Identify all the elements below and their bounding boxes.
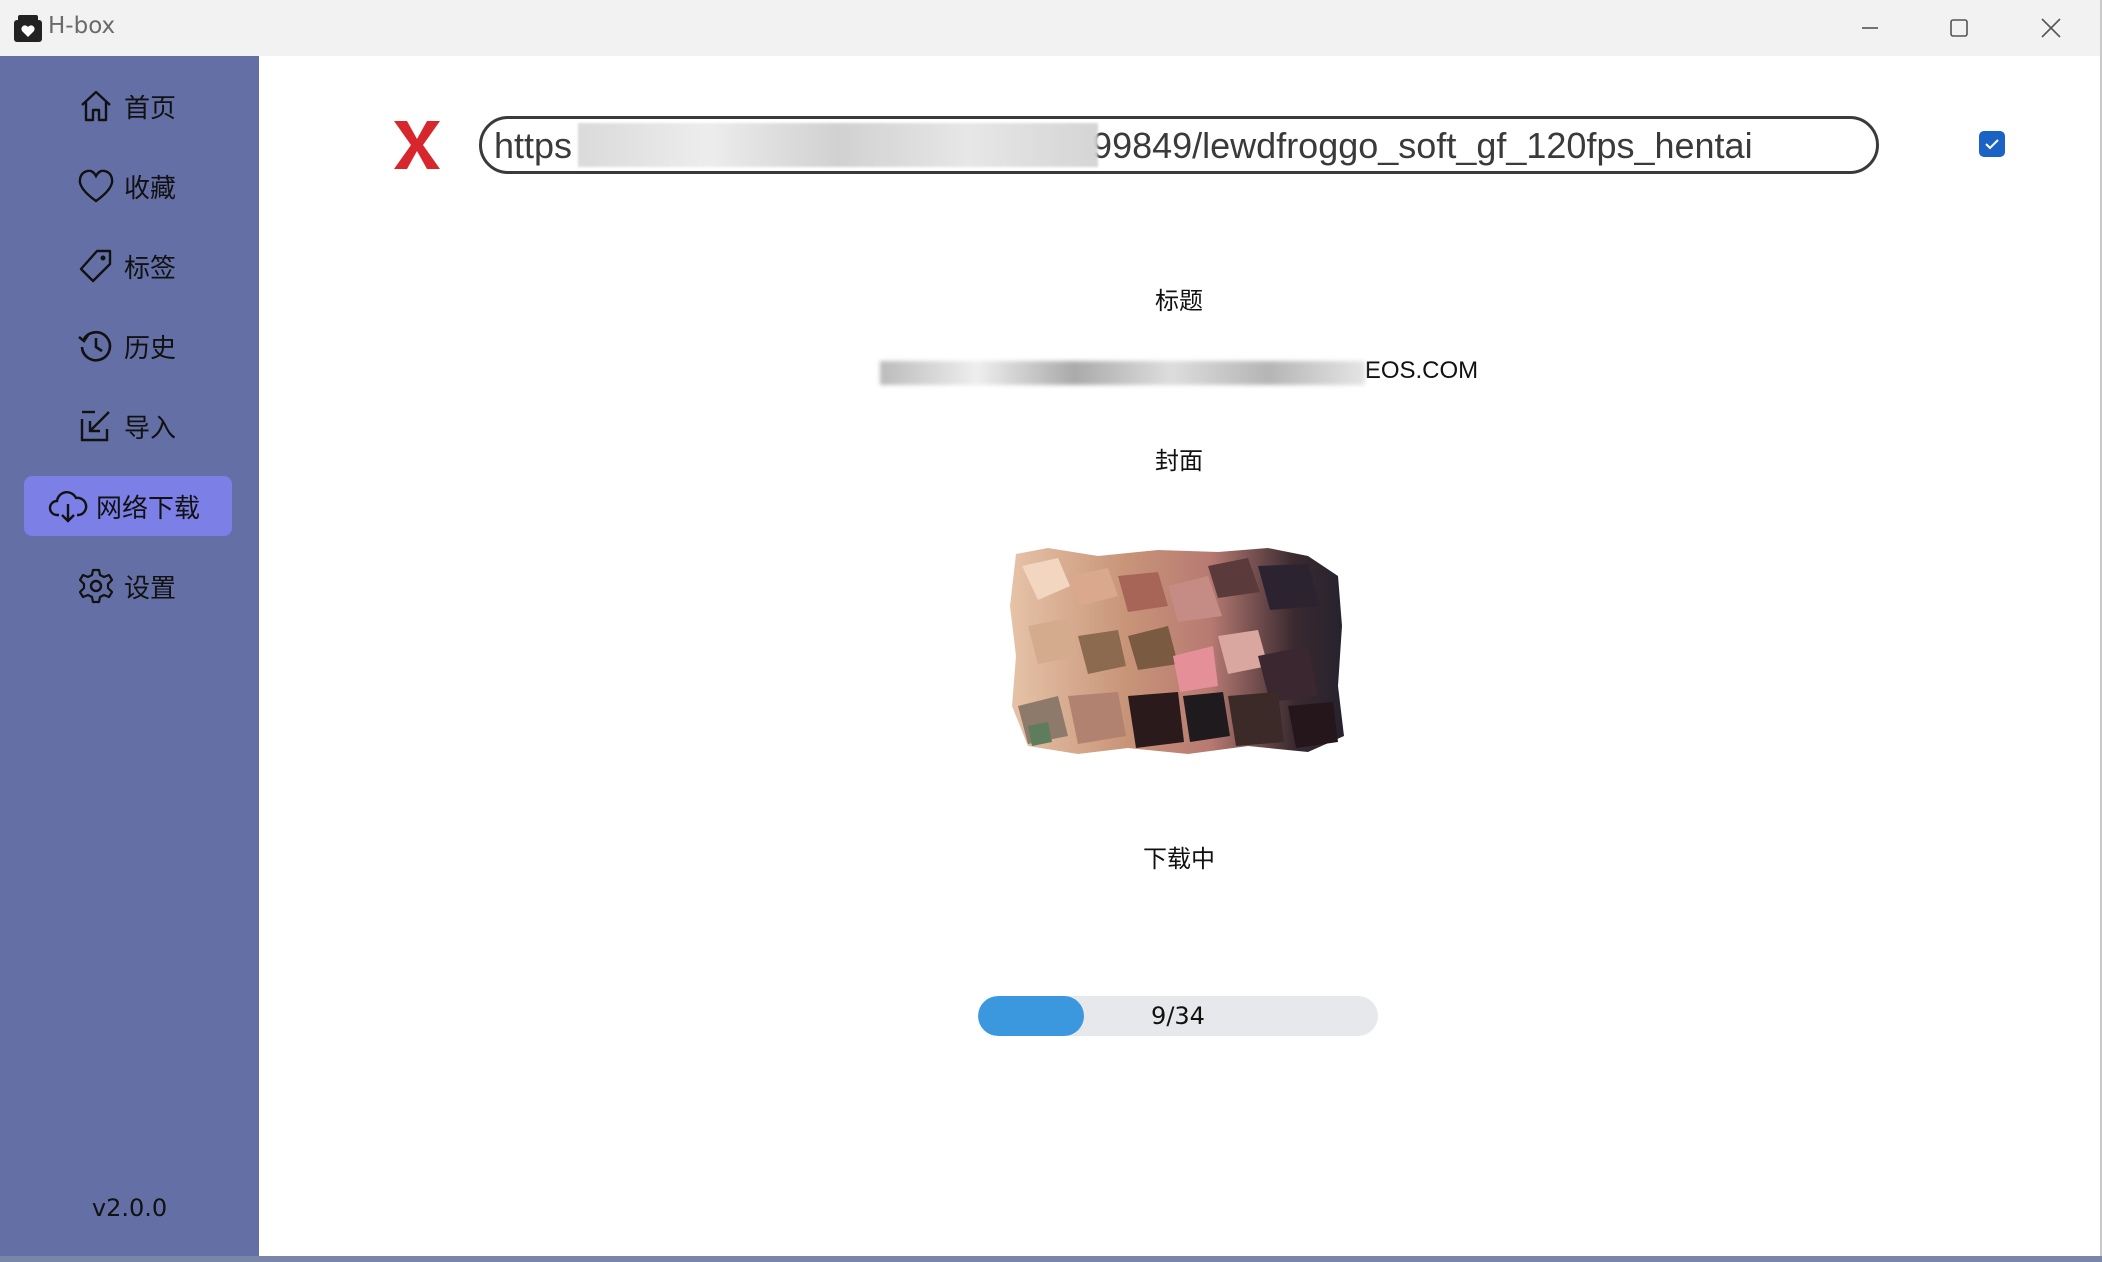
title-bar: H-box	[0, 0, 2100, 56]
video-title-suffix: EOS.COM	[1364, 357, 1479, 384]
history-icon	[76, 326, 116, 366]
minimize-icon	[1862, 27, 1878, 29]
sidebar-item-label: 标签	[124, 253, 177, 284]
tag-icon	[76, 246, 116, 286]
sidebar-item-label: 收藏	[124, 173, 177, 204]
app-logo-icon	[14, 15, 42, 42]
maximize-icon	[1950, 19, 1968, 37]
url-redacted-region	[578, 123, 1098, 167]
app-version: v2.0.0	[91, 1194, 168, 1222]
download-status: 下载中	[1143, 845, 1215, 873]
download-progress-bar: 9/34	[978, 996, 1378, 1036]
url-input[interactable]: https 99849/lewdfroggo_soft_gf_120fps_hen…	[479, 116, 1879, 174]
sidebar-item-favorites[interactable]: 收藏	[24, 156, 232, 216]
cover-image	[1010, 548, 1344, 754]
checkmark-icon	[1985, 139, 1999, 150]
close-icon	[2041, 18, 2061, 38]
cover-label: 封面	[1155, 447, 1203, 475]
sidebar-item-label: 设置	[124, 573, 177, 604]
import-icon	[76, 406, 116, 446]
video-title-text: EOS.COM	[879, 357, 1479, 385]
url-prefix: https	[494, 125, 573, 166]
home-icon	[76, 86, 116, 126]
sidebar-item-settings[interactable]: 设置	[24, 556, 232, 616]
sidebar-item-label: 历史	[124, 333, 177, 364]
sidebar-item-network-download[interactable]: 网络下载	[24, 476, 232, 536]
heart-icon	[76, 166, 116, 206]
window-title: H-box	[48, 13, 116, 39]
sidebar-item-label: 网络下载	[96, 493, 201, 524]
sidebar-item-import[interactable]: 导入	[24, 396, 232, 456]
sidebar-item-home[interactable]: 首页	[24, 76, 232, 136]
minimize-button[interactable]	[1825, 0, 1915, 56]
video-title: EOS.COM	[259, 357, 2099, 385]
title-label: 标题	[1155, 287, 1203, 315]
sidebar-item-label: 首页	[124, 93, 177, 124]
title-redacted-region	[879, 361, 1365, 385]
url-suffix: 99849/lewdfroggo_soft_gf_120fps_hentai	[1092, 125, 1753, 166]
site-logo-icon	[394, 121, 440, 169]
maximize-button[interactable]	[1914, 0, 2004, 56]
sidebar-item-history[interactable]: 历史	[24, 316, 232, 376]
sidebar-item-label: 导入	[124, 413, 177, 444]
option-checkbox[interactable]	[1979, 131, 2005, 157]
progress-text: 9/34	[1151, 1002, 1205, 1030]
sidebar-item-tags[interactable]: 标签	[24, 236, 232, 296]
close-button[interactable]	[2006, 0, 2096, 56]
cloud-download-icon	[48, 486, 88, 526]
gear-icon	[76, 566, 116, 606]
